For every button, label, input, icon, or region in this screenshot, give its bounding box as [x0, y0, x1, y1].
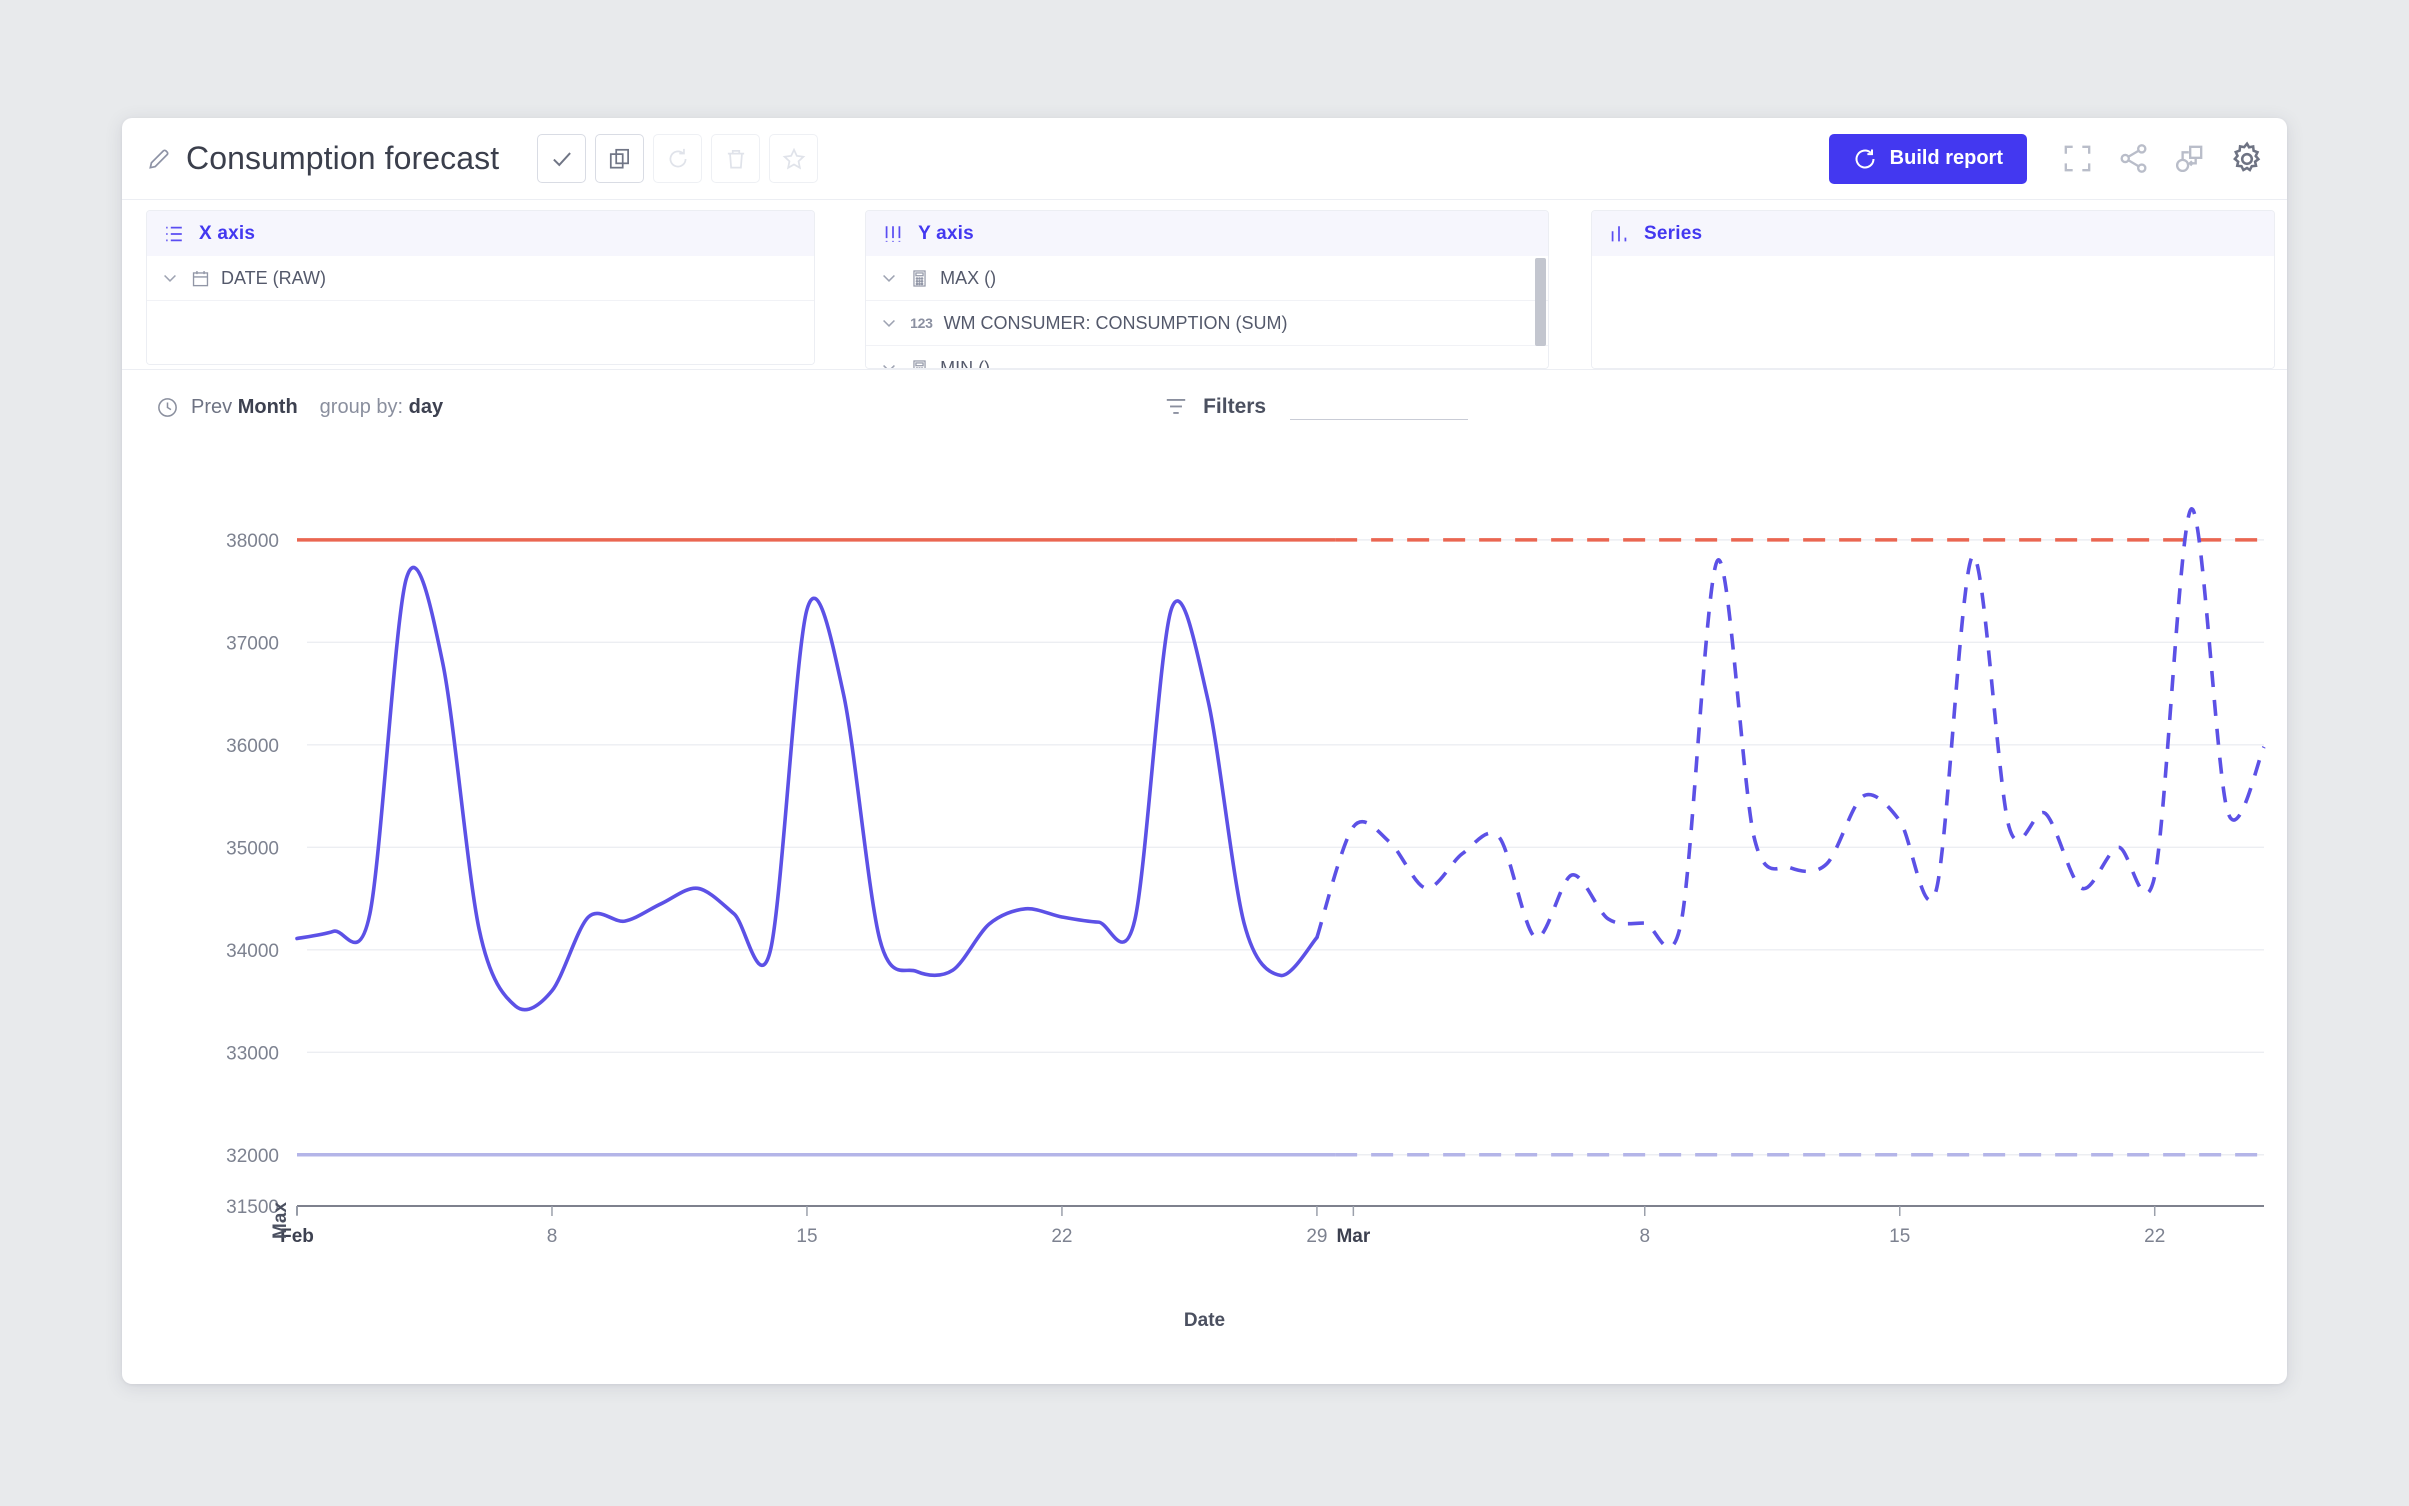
delete-button — [711, 134, 761, 183]
refresh-icon — [1855, 149, 1875, 168]
bars-icon — [882, 223, 904, 245]
series-header: Series — [1592, 211, 2274, 256]
filters-input[interactable] — [1290, 394, 1469, 420]
filters-control: Filters — [1163, 394, 1469, 420]
refresh-button — [653, 134, 703, 183]
x-axis-label: X axis — [199, 222, 256, 244]
header-action-buttons — [537, 134, 819, 183]
svg-text:36000: 36000 — [226, 736, 279, 757]
chevron-down-icon[interactable] — [160, 268, 180, 288]
duplicate-button[interactable] — [595, 134, 645, 183]
svg-text:8: 8 — [547, 1226, 558, 1247]
save-button[interactable] — [537, 134, 587, 183]
group-by-control[interactable]: group by: day — [320, 396, 443, 419]
y-axis-field-label: MAX () — [940, 267, 997, 288]
calc-icon — [910, 359, 929, 368]
fullscreen-icon[interactable] — [2061, 142, 2094, 175]
build-report-label: Build report — [1889, 147, 2003, 169]
flow-icon[interactable] — [2173, 142, 2206, 175]
y-axis-field-min[interactable]: MIN () — [866, 346, 1548, 368]
shelf-row: X axis DATE (RAW) Y axis MAX () 123 WM C… — [122, 200, 2287, 370]
filters-label: Filters — [1203, 395, 1267, 418]
series-body[interactable] — [1592, 256, 2274, 368]
svg-text:35000: 35000 — [226, 838, 279, 859]
funnel-icon[interactable] — [1163, 394, 1189, 420]
svg-text:15: 15 — [796, 1226, 817, 1247]
svg-text:8: 8 — [1639, 1226, 1650, 1247]
header-bar: Consumption forecast Build report — [122, 118, 2287, 200]
svg-text:33000: 33000 — [226, 1043, 279, 1064]
x-axis-field-date[interactable]: DATE (RAW) — [147, 256, 815, 301]
y-axis-field-max[interactable]: MAX () — [866, 256, 1549, 301]
undo-icon — [669, 148, 687, 167]
y-axis-body[interactable]: MAX () 123 WM CONSUMER: CONSUMPTION (SUM… — [866, 256, 1549, 368]
x-axis-field-label: DATE (RAW) — [221, 267, 326, 288]
trash-icon — [727, 149, 744, 169]
chart-toolbar: Prev Month group by: day Filters — [122, 370, 2287, 444]
calendar-icon — [191, 269, 210, 288]
svg-text:15: 15 — [1889, 1226, 1910, 1247]
period-prefix: Prev — [191, 395, 238, 418]
build-report-button[interactable]: Build report — [1828, 133, 2027, 184]
series-label: Series — [1644, 222, 1703, 244]
svg-text:32000: 32000 — [226, 1146, 279, 1167]
chevron-down-icon[interactable] — [879, 358, 899, 368]
copy-icon — [609, 148, 629, 169]
star-icon — [782, 147, 806, 169]
list-icon — [163, 223, 185, 245]
svg-text:34000: 34000 — [226, 941, 279, 962]
y-axis-shelf: Y axis MAX () 123 WM CONSUMER: CONSUMPTI… — [865, 210, 1550, 369]
line-chart[interactable]: 3800037000360003500034000330003200031500… — [122, 444, 2287, 1324]
period-value[interactable]: Prev Month — [191, 396, 298, 419]
chevron-down-icon[interactable] — [879, 268, 899, 288]
x-axis-body[interactable]: DATE (RAW) — [147, 256, 815, 364]
y-axis-header: Y axis — [866, 211, 1549, 256]
favorite-button — [769, 134, 819, 183]
123-icon: 123 — [910, 315, 933, 331]
svg-text:29: 29 — [1306, 1226, 1327, 1247]
svg-text:Mar: Mar — [1336, 1226, 1370, 1247]
report-card: Consumption forecast Build report X axis… — [122, 118, 2287, 1384]
x-axis-title: Date — [1183, 1310, 1226, 1331]
y-axis-title: Max — [270, 1202, 291, 1239]
y-axis-field-label: WM CONSUMER: CONSUMPTION (SUM) — [943, 312, 1288, 333]
svg-text:37000: 37000 — [226, 633, 279, 654]
pencil-icon[interactable] — [146, 146, 172, 172]
svg-text:22: 22 — [1051, 1226, 1072, 1247]
clock-icon — [156, 396, 179, 419]
gear-icon[interactable] — [2229, 140, 2265, 177]
header-right-icons — [2061, 140, 2265, 177]
y-axis-field-consumption[interactable]: 123 WM CONSUMER: CONSUMPTION (SUM) — [866, 301, 1549, 346]
x-axis-shelf: X axis DATE (RAW) — [146, 210, 816, 369]
share-icon[interactable] — [2117, 142, 2150, 175]
period-month: Month — [237, 395, 298, 418]
calc-icon — [910, 269, 929, 288]
x-axis-header: X axis — [147, 211, 815, 256]
chevron-down-icon[interactable] — [879, 313, 899, 333]
page-title: Consumption forecast — [186, 140, 500, 176]
y-axis-scrollbar[interactable] — [1535, 258, 1547, 346]
series-shelf: Series — [1591, 210, 2275, 369]
y-axis-field-label: MIN () — [940, 357, 991, 369]
y-axis-label: Y axis — [918, 222, 974, 244]
series-icon — [1608, 223, 1630, 245]
svg-text:38000: 38000 — [226, 531, 279, 552]
check-icon — [552, 151, 571, 166]
svg-text:22: 22 — [2144, 1226, 2165, 1247]
group-by-value: day — [408, 395, 444, 418]
period-control[interactable]: Prev Month group by: day — [156, 396, 443, 419]
group-by-prefix: group by: — [319, 395, 409, 418]
chart-area: 38000 37000 36000 35000 34000 33000 32000 31500… — [122, 444, 2287, 1314]
